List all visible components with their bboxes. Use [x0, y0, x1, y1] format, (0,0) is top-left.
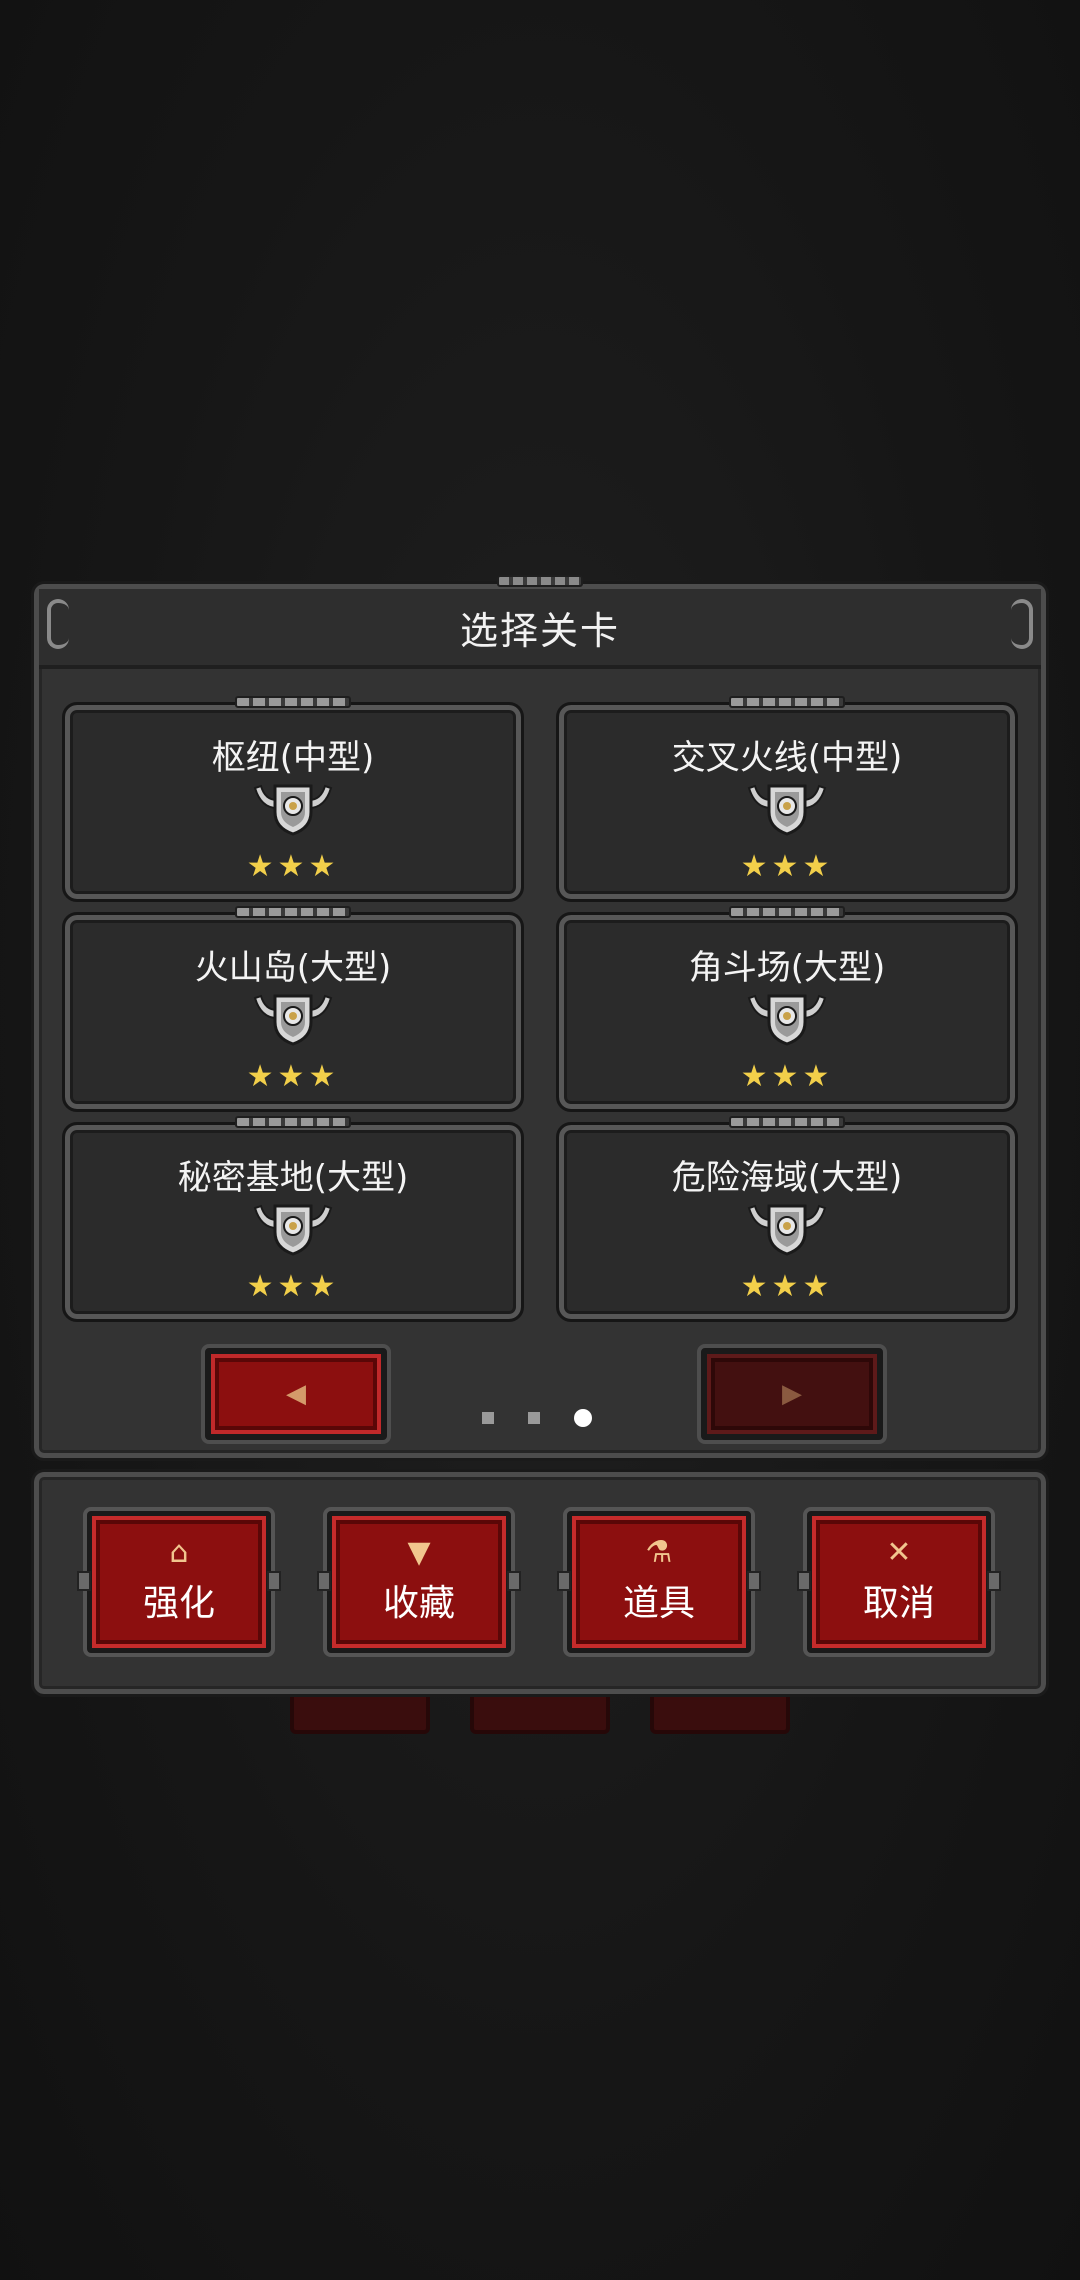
action-bar: ⌂ 强化 ▼ 收藏 ⚗ 道具 ✕ 取消: [31, 1469, 1049, 1697]
level-name: 角斗场(大型): [688, 948, 886, 988]
card-ornament: [729, 906, 845, 918]
card-ornament: [729, 696, 845, 708]
button-knob: [557, 1571, 571, 1591]
panel-title: 选择关卡: [459, 608, 620, 653]
screen: 选择关卡 枢纽(中型) ★★★ 交叉火线(中型) ★★★ 火山岛(大型) ★★★…: [0, 0, 1080, 2280]
items-button-face: ⚗ 道具: [572, 1516, 746, 1648]
page-indicator: [33, 1409, 1041, 1427]
button-knob: [267, 1571, 281, 1591]
arrow-left-icon: ◀: [286, 1379, 306, 1409]
upgrade-button-face: ⌂ 强化: [92, 1516, 266, 1648]
level-card[interactable]: 秘密基地(大型) ★★★: [62, 1116, 524, 1322]
items-button[interactable]: ⚗ 道具: [557, 1507, 761, 1657]
level-card[interactable]: 交叉火线(中型) ★★★: [556, 696, 1018, 902]
helmet-badge-icon: [253, 784, 333, 836]
helmet-badge-icon: [747, 784, 827, 836]
helmet-badge-icon: [747, 994, 827, 1046]
level-select-panel: 选择关卡 枢纽(中型) ★★★ 交叉火线(中型) ★★★ 火山岛(大型) ★★★…: [31, 575, 1049, 1461]
close-icon: ✕: [886, 1535, 912, 1570]
prev-page-button[interactable]: ◀: [201, 1344, 391, 1444]
page-dot[interactable]: [528, 1412, 540, 1424]
star-rating: ★★★: [740, 849, 834, 884]
upgrade-icon: ⌂: [169, 1535, 189, 1570]
helmet-badge-icon: [747, 1204, 827, 1256]
corner-ornament: [47, 599, 69, 649]
next-page-button-face: ▶: [707, 1354, 877, 1434]
star-rating: ★★★: [246, 1269, 340, 1304]
card-ornament: [235, 696, 351, 708]
button-knob: [507, 1571, 521, 1591]
upgrade-label: 强化: [142, 1583, 215, 1624]
items-label: 道具: [622, 1583, 695, 1624]
level-card[interactable]: 火山岛(大型) ★★★: [62, 906, 524, 1112]
star-rating: ★★★: [740, 1059, 834, 1094]
star-rating: ★★★: [246, 1059, 340, 1094]
page-dot-active[interactable]: [574, 1409, 592, 1427]
level-grid: 枢纽(中型) ★★★ 交叉火线(中型) ★★★ 火山岛(大型) ★★★ 角斗场(…: [62, 696, 1018, 1325]
button-knob: [987, 1571, 1001, 1591]
upgrade-button[interactable]: ⌂ 强化: [77, 1507, 281, 1657]
card-ornament: [729, 1116, 845, 1128]
level-name: 火山岛(大型): [194, 948, 392, 988]
level-name: 危险海域(大型): [671, 1158, 903, 1198]
button-knob: [77, 1571, 91, 1591]
star-rating: ★★★: [740, 1269, 834, 1304]
level-name: 交叉火线(中型): [671, 738, 903, 778]
collection-label: 收藏: [382, 1583, 455, 1624]
level-name: 枢纽(中型): [211, 738, 375, 778]
arrow-right-icon: ▶: [782, 1379, 802, 1409]
helmet-badge-icon: [253, 1204, 333, 1256]
cancel-button[interactable]: ✕ 取消: [797, 1507, 1001, 1657]
next-page-button[interactable]: ▶: [697, 1344, 887, 1444]
level-card[interactable]: 危险海域(大型) ★★★: [556, 1116, 1018, 1322]
button-knob: [317, 1571, 331, 1591]
button-knob: [797, 1571, 811, 1591]
cancel-button-face: ✕ 取消: [812, 1516, 986, 1648]
star-rating: ★★★: [246, 849, 340, 884]
helmet-badge-icon: [253, 994, 333, 1046]
level-card[interactable]: 枢纽(中型) ★★★: [62, 696, 524, 902]
button-knob: [747, 1571, 761, 1591]
cancel-label: 取消: [862, 1583, 935, 1624]
goblet-icon: ▼: [407, 1535, 431, 1570]
corner-ornament: [1011, 599, 1033, 649]
level-name: 秘密基地(大型): [177, 1158, 409, 1198]
collection-button[interactable]: ▼ 收藏: [317, 1507, 521, 1657]
flask-icon: ⚗: [645, 1535, 673, 1570]
panel-header: 选择关卡: [39, 575, 1041, 669]
header-ornament: [497, 575, 583, 587]
collection-button-face: ▼ 收藏: [332, 1516, 506, 1648]
page-dot[interactable]: [482, 1412, 494, 1424]
level-card[interactable]: 角斗场(大型) ★★★: [556, 906, 1018, 1112]
card-ornament: [235, 906, 351, 918]
card-ornament: [235, 1116, 351, 1128]
